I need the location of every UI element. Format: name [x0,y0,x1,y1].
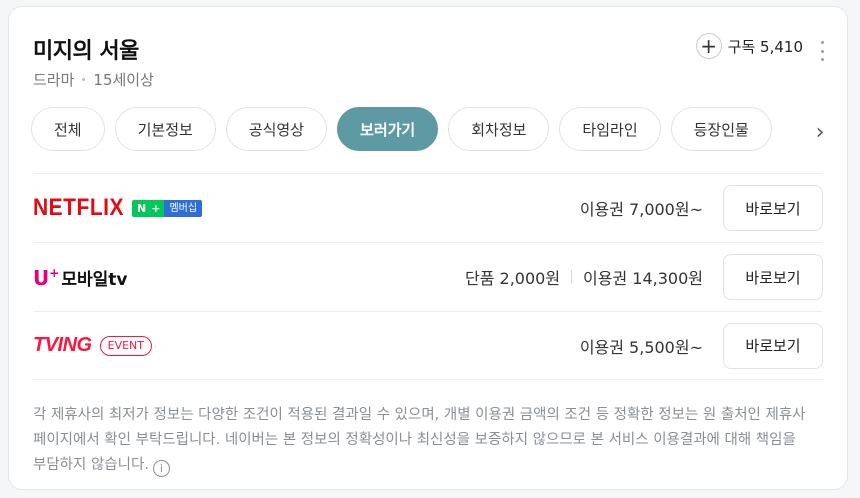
subscribe-count: 구독 5,410 [727,37,803,56]
tving-provider: TVING EVENT [33,334,152,357]
uplus-provider: U + 모바일tv [33,265,127,290]
uplus-pass-price: 이용권 14,300원 [583,269,703,288]
age-rating-label: 15세이상 [93,71,154,89]
event-badge: EVENT [99,335,152,356]
tab-bar: 전체 기본정보 공식영상 보러가기 회차정보 타임라인 등장인물 [31,107,791,153]
tving-logo: TVING [33,334,92,356]
tab-timeline[interactable]: 타임라인 [559,107,661,151]
uplus-price: 단품 2,000원 이용권 14,300원 [465,265,703,289]
price-separator [571,270,573,284]
logo-text: 모바일tv [61,269,128,290]
tving-watch-button[interactable]: 바로보기 [723,322,823,369]
naver-plus-membership-badge: N + 멤버십 [132,199,203,217]
chevron-right-icon[interactable]: › [807,119,833,145]
uplus-right: 단품 2,000원 이용권 14,300원 바로보기 [465,254,823,300]
tab-basic-info[interactable]: 기본정보 [114,107,216,151]
uplus-single-price: 단품 2,000원 [464,269,561,288]
disclaimer-text: 각 제휴사의 최저가 정보는 다양한 조건이 적용된 결과일 수 있으며, 개별… [33,407,806,473]
content-card: 미지의 서울 드라마 15세이상 + 구독 5,410 전체 기본정보 공식영상… [8,6,848,490]
provider-list: NETFLIX N + 멤버십 이용권 7,000원~ 바로보기 U + 모바일… [33,173,823,380]
provider-row-uplus: U + 모바일tv 단품 2,000원 이용권 14,300원 바로보기 [33,242,823,311]
uplus-watch-button[interactable]: 바로보기 [723,254,823,300]
badge-plus: + [151,199,165,217]
provider-row-netflix: NETFLIX N + 멤버십 이용권 7,000원~ 바로보기 [33,173,823,242]
disclaimer-notice: 각 제휴사의 최저가 정보는 다양한 조건이 적용된 결과일 수 있으며, 개별… [33,403,823,478]
title-meta: 드라마 15세이상 [33,69,154,90]
subscribe-button[interactable]: + 구독 5,410 [695,33,803,59]
uplus-mobile-tv-logo: U + 모바일tv [33,265,127,290]
provider-row-tving: TVING EVENT 이용권 5,500원~ 바로보기 [33,311,823,380]
netflix-price: 이용권 7,000원~ [579,200,703,219]
netflix-watch-button[interactable]: 바로보기 [723,185,823,231]
badge-n: N [132,199,152,217]
tab-episodes[interactable]: 회차정보 [448,107,550,151]
tab-watch[interactable]: 보러가기 [337,107,439,151]
page-title: 미지의 서울 [33,39,139,64]
netflix-provider: NETFLIX N + 멤버십 [33,194,203,221]
logo-plus: + [49,265,60,280]
tab-official-video[interactable]: 공식영상 [225,107,328,151]
genre-label: 드라마 [33,71,75,89]
netflix-right: 이용권 7,000원~ 바로보기 [580,185,823,231]
badge-membership: 멤버십 [164,199,203,217]
tab-characters[interactable]: 등장인물 [670,107,772,151]
tab-all[interactable]: 전체 [31,107,105,151]
more-vertical-icon[interactable] [819,41,825,61]
plus-icon: + [695,33,722,59]
netflix-logo: NETFLIX [33,194,124,221]
meta-separator [82,78,86,81]
tving-right: 이용권 5,500원~ 바로보기 [579,322,823,369]
info-icon[interactable]: i [152,460,170,477]
logo-u: U [33,265,50,290]
tving-price: 이용권 5,500원~ [579,337,703,357]
